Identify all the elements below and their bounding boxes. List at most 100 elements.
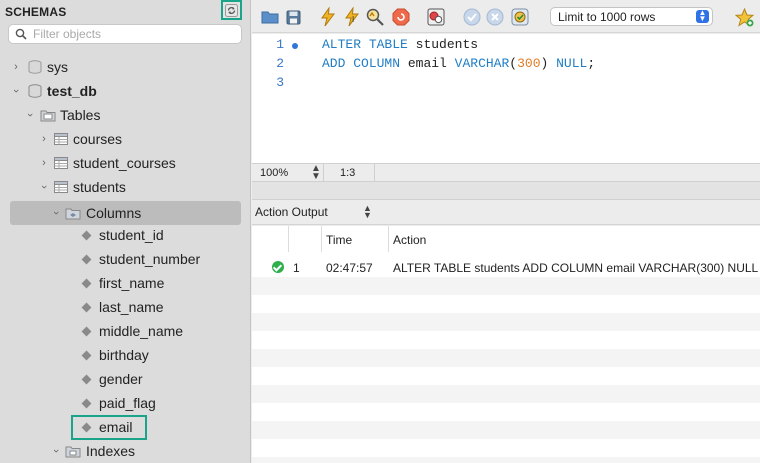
tree-item-test-db[interactable]: › test_db bbox=[0, 79, 250, 103]
column-icon bbox=[81, 326, 92, 337]
row-limit-select[interactable]: Limit to 1000 rows ▲ ▼ bbox=[550, 7, 713, 26]
chevron-down-icon[interactable]: › bbox=[24, 109, 36, 121]
tree-item-columns[interactable]: › Columns bbox=[0, 201, 250, 225]
column-header-label: Time bbox=[326, 233, 353, 247]
chevron-down-icon[interactable]: › bbox=[50, 445, 62, 457]
column-label: gender bbox=[99, 371, 143, 387]
chevron-down-icon[interactable]: › bbox=[38, 181, 50, 193]
refresh-schemas-button[interactable] bbox=[221, 0, 242, 20]
empty-row-stripe bbox=[252, 385, 760, 403]
sql-type: VARCHAR bbox=[454, 56, 510, 71]
database-icon bbox=[28, 84, 42, 98]
sidebar-header: SCHEMAS bbox=[0, 0, 250, 22]
column-icon bbox=[81, 302, 92, 313]
beautify-icon bbox=[734, 7, 754, 27]
sql-terminator: ; bbox=[587, 56, 596, 71]
sql-keyword: ADD bbox=[322, 56, 346, 71]
row-limit-value: Limit to 1000 rows bbox=[558, 10, 656, 24]
open-file-button[interactable] bbox=[260, 7, 280, 27]
chevron-right-icon[interactable]: › bbox=[10, 61, 22, 73]
tree-item-students[interactable]: › students bbox=[0, 175, 250, 199]
empty-row-stripe bbox=[252, 277, 760, 295]
tree-item-indexes[interactable]: › Indexes bbox=[0, 439, 250, 463]
column-icon bbox=[81, 230, 92, 241]
output-type-select[interactable]: Action Output bbox=[255, 205, 328, 219]
column-label: paid_flag bbox=[99, 395, 156, 411]
chevron-down-icon[interactable]: › bbox=[10, 85, 22, 97]
search-icon bbox=[15, 28, 27, 40]
row-index: 1 bbox=[293, 261, 300, 275]
tree-item-tables[interactable]: › Tables bbox=[0, 103, 250, 127]
beautify-button[interactable] bbox=[734, 7, 754, 27]
empty-row-stripe bbox=[252, 349, 760, 367]
panel-splitter[interactable] bbox=[252, 182, 760, 200]
code-line-2[interactable]: 2 ADD COLUMN email VARCHAR(300) NULL; bbox=[252, 56, 760, 75]
tree-item-courses[interactable]: › courses bbox=[0, 127, 250, 151]
empty-row-stripe bbox=[252, 457, 760, 463]
column-item-student-number[interactable]: student_number bbox=[0, 247, 250, 271]
sql-paren: ( bbox=[509, 56, 518, 71]
chevron-right-icon[interactable]: › bbox=[38, 133, 50, 145]
sidebar-title: SCHEMAS bbox=[5, 5, 67, 19]
rollback-button[interactable] bbox=[485, 7, 505, 27]
column-header-time[interactable]: Time bbox=[322, 226, 389, 252]
sql-editor-toolbar: I Limit to 1000 rows ▲ ▼ bbox=[252, 0, 760, 33]
column-icon bbox=[81, 374, 92, 385]
tree-item-student-courses[interactable]: › student_courses bbox=[0, 151, 250, 175]
svg-text:I: I bbox=[352, 15, 354, 24]
refresh-icon bbox=[225, 3, 238, 17]
column-item-gender[interactable]: gender bbox=[0, 367, 250, 391]
select-arrows-icon[interactable]: ▲ ▼ bbox=[363, 204, 372, 220]
chevron-right-icon[interactable]: › bbox=[38, 157, 50, 169]
filter-objects-input[interactable] bbox=[33, 27, 233, 41]
column-header-index[interactable] bbox=[289, 226, 322, 252]
tree-item-label: students bbox=[73, 179, 126, 195]
stepper-arrows-icon[interactable]: ▲ ▼ bbox=[311, 164, 321, 182]
tree-item-label: Columns bbox=[86, 205, 142, 221]
execute-button[interactable] bbox=[318, 7, 338, 27]
column-item-middle-name[interactable]: middle_name bbox=[0, 319, 250, 343]
tables-folder-icon bbox=[40, 110, 56, 122]
sql-editor[interactable]: 1 ALTER TABLE students 2 ADD COLUMN emai… bbox=[252, 34, 760, 163]
tree-item-label: sys bbox=[47, 59, 68, 75]
stop-button[interactable] bbox=[391, 7, 411, 27]
commit-button[interactable] bbox=[462, 7, 482, 27]
execute-current-icon: I bbox=[345, 7, 359, 27]
action-output-table: Time Action 1 02:47:57 ALTER TABLE stude… bbox=[252, 226, 760, 463]
statement-marker-icon bbox=[292, 43, 298, 49]
filter-objects-field[interactable] bbox=[8, 24, 242, 44]
autocommit-button[interactable] bbox=[510, 7, 530, 27]
column-item-student-id[interactable]: student_id bbox=[0, 223, 250, 247]
column-item-first-name[interactable]: first_name bbox=[0, 271, 250, 295]
column-icon bbox=[81, 254, 92, 265]
explain-button[interactable] bbox=[365, 7, 385, 27]
table-row[interactable]: 1 02:47:57 ALTER TABLE students ADD COLU… bbox=[252, 257, 760, 277]
sql-paren: ) bbox=[540, 56, 549, 71]
code-line-1[interactable]: 1 ALTER TABLE students bbox=[252, 37, 760, 56]
tree-item-label: test_db bbox=[47, 83, 97, 99]
sql-keyword: COLUMN bbox=[353, 56, 401, 71]
zoom-stepper[interactable]: 100% ▲ ▼ bbox=[252, 164, 324, 182]
chevron-down-icon[interactable]: › bbox=[50, 207, 62, 219]
column-header-status[interactable] bbox=[252, 226, 289, 252]
code-line-3[interactable]: 3 bbox=[252, 75, 760, 94]
column-item-birthday[interactable]: birthday bbox=[0, 343, 250, 367]
tree-item-sys[interactable]: › sys bbox=[0, 55, 250, 79]
zoom-value: 100% bbox=[260, 167, 289, 179]
sql-keyword: TABLE bbox=[368, 37, 408, 52]
tree-item-label: courses bbox=[73, 131, 123, 147]
row-action: ALTER TABLE students ADD COLUMN email VA… bbox=[393, 261, 759, 275]
column-label: last_name bbox=[99, 299, 164, 315]
toggle-error-button[interactable] bbox=[426, 7, 446, 27]
execute-current-button[interactable]: I bbox=[342, 7, 362, 27]
column-header-action[interactable]: Action bbox=[389, 226, 760, 252]
output-header: Action Output ▲ ▼ bbox=[252, 200, 760, 225]
select-arrows-icon: ▲ ▼ bbox=[696, 9, 709, 23]
cursor-position: 1:3 bbox=[325, 164, 375, 181]
column-icon bbox=[81, 350, 92, 361]
column-item-paid-flag[interactable]: paid_flag bbox=[0, 391, 250, 415]
column-item-last-name[interactable]: last_name bbox=[0, 295, 250, 319]
line-number: 1 bbox=[276, 37, 284, 52]
save-button[interactable] bbox=[283, 7, 303, 27]
table-icon bbox=[54, 181, 68, 193]
